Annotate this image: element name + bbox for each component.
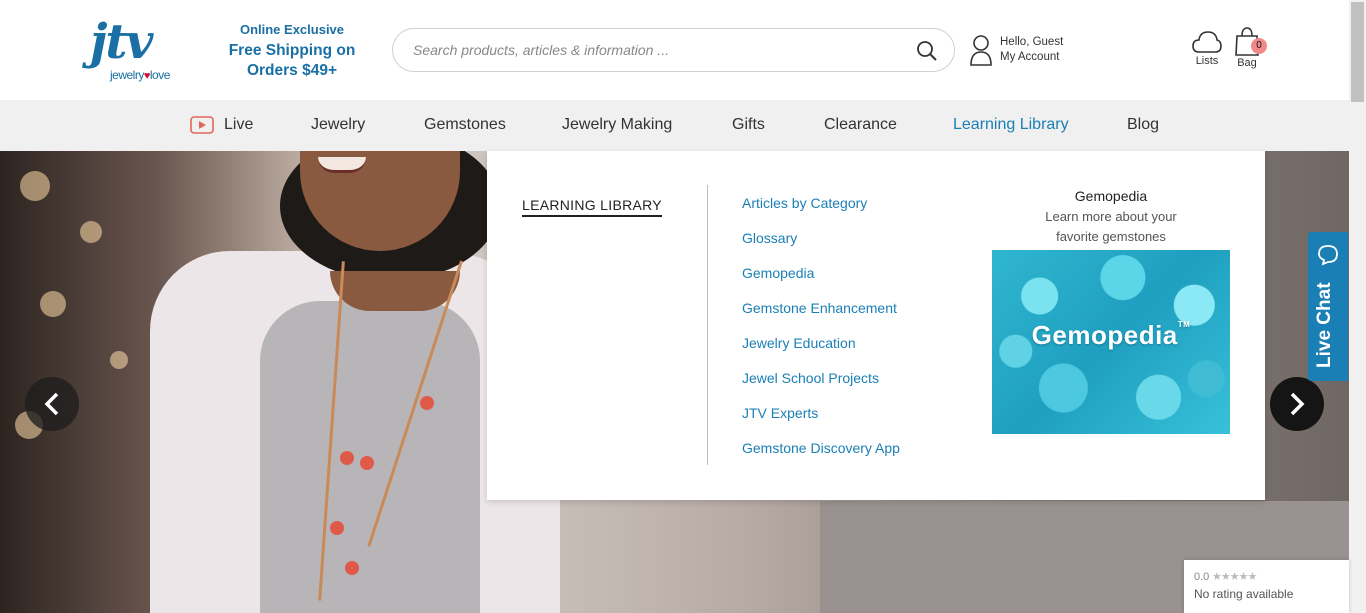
chevron-right-icon — [1290, 392, 1305, 416]
gemopedia-promo-subtitle: Learn more about your favorite gemstones — [1045, 209, 1177, 244]
nav-item-jewelry[interactable]: Jewelry — [311, 116, 365, 134]
bag-count-badge: 0 — [1251, 38, 1267, 54]
mega-menu-heading[interactable]: LEARNING LIBRARY — [522, 197, 662, 217]
play-video-icon — [190, 116, 214, 134]
rating-text: No rating available — [1194, 587, 1294, 601]
link-jtv-experts[interactable]: JTV Experts — [742, 405, 900, 440]
nav-item-blog[interactable]: Blog — [1127, 116, 1159, 134]
search-bar — [392, 28, 955, 72]
gemopedia-promo-title: Gemopedia — [1074, 188, 1148, 204]
lists-button[interactable]: Lists — [1190, 28, 1224, 74]
promo-line-2: Free Shipping on — [228, 42, 356, 59]
user-icon — [970, 35, 992, 66]
nav-item-learning-library[interactable]: Learning Library — [953, 116, 1069, 134]
learning-library-dropdown: LEARNING LIBRARY Articles by Category Gl… — [487, 151, 1265, 500]
live-chat-label: Live Chat — [1314, 282, 1335, 368]
link-glossary[interactable]: Glossary — [742, 230, 900, 265]
nav-item-live[interactable]: Live — [224, 116, 253, 134]
gemopedia-image-label: GemopediaTM — [1031, 320, 1191, 350]
jtv-logo[interactable]: jtv jewelry♥love — [88, 14, 188, 86]
account-greeting: Hello, Guest — [1000, 36, 1064, 48]
carousel-prev-button[interactable] — [25, 377, 79, 431]
lists-label: Lists — [1195, 55, 1219, 67]
link-jewel-school-projects[interactable]: Jewel School Projects — [742, 370, 900, 405]
link-articles-by-category[interactable]: Articles by Category — [742, 195, 900, 230]
cloud-icon — [1192, 31, 1222, 53]
main-nav: Live Jewelry Gemstones Jewelry Making Gi… — [0, 100, 1349, 151]
rating-widget[interactable]: 0.0 ★★★★★ No rating available — [1184, 560, 1349, 613]
search-input[interactable] — [413, 39, 893, 61]
bag-label: Bag — [1237, 57, 1257, 69]
logo-wordmark: jtv — [90, 14, 153, 70]
link-gemstone-discovery-app[interactable]: Gemstone Discovery App — [742, 440, 900, 475]
account-menu[interactable]: Hello, Guest My Account — [968, 33, 1078, 67]
promo-line-1: Online Exclusive — [239, 22, 345, 37]
site-header: jtv jewelry♥love Online Exclusive Free S… — [0, 0, 1349, 100]
rating-stars: ★★★★★ — [1212, 571, 1257, 583]
live-chat-tab[interactable]: Live Chat — [1308, 232, 1348, 381]
rating-score: 0.0 — [1194, 571, 1210, 583]
link-gemopedia[interactable]: Gemopedia — [742, 265, 900, 300]
shipping-promo[interactable]: Online Exclusive Free Shipping on Orders… — [226, 21, 358, 81]
carousel-next-button[interactable] — [1270, 377, 1324, 431]
mega-menu-links: Articles by Category Glossary Gemopedia … — [742, 195, 900, 475]
promo-line-3: Orders $49+ — [246, 62, 338, 79]
bag-button[interactable]: 0 Bag — [1230, 26, 1267, 74]
search-icon[interactable] — [916, 40, 938, 62]
nav-item-gifts[interactable]: Gifts — [732, 116, 765, 134]
link-gemstone-enhancement[interactable]: Gemstone Enhancement — [742, 300, 900, 335]
account-label: My Account — [1000, 51, 1060, 63]
nav-item-jewelry-making[interactable]: Jewelry Making — [562, 116, 672, 134]
page-scrollbar[interactable] — [1349, 0, 1366, 613]
nav-item-clearance[interactable]: Clearance — [824, 116, 897, 134]
menu-divider — [707, 185, 708, 465]
logo-tagline: jewelry♥love — [110, 68, 170, 82]
chevron-left-icon — [44, 392, 59, 416]
link-jewelry-education[interactable]: Jewelry Education — [742, 335, 900, 370]
scrollbar-thumb[interactable] — [1351, 2, 1364, 102]
nav-item-gemstones[interactable]: Gemstones — [424, 116, 506, 134]
chat-bubble-icon — [1318, 245, 1338, 266]
gemopedia-promo-image[interactable]: GemopediaTM — [992, 250, 1230, 434]
